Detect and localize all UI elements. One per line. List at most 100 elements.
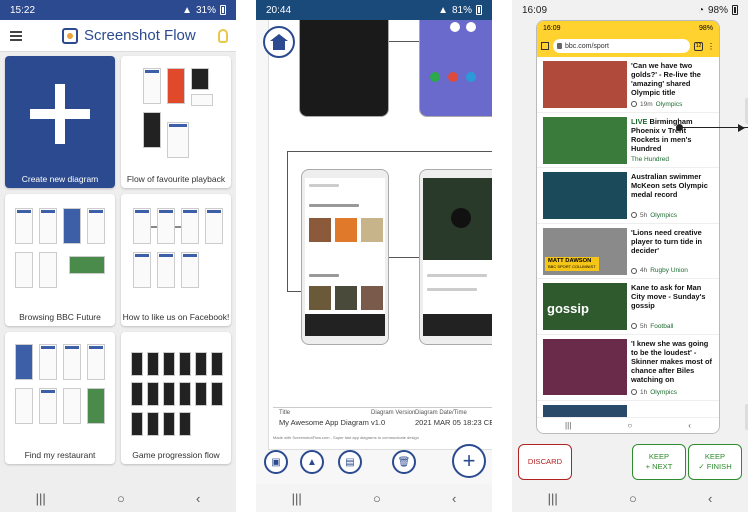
url-field: bbc.com/sport — [553, 39, 690, 53]
recents-button[interactable]: ||| — [548, 491, 558, 506]
player-bar — [305, 314, 385, 336]
thumbnail — [147, 382, 159, 406]
thumbnail — [167, 68, 185, 104]
battery-icon — [732, 5, 738, 15]
home-button[interactable]: ○ — [629, 491, 637, 506]
diagram-card-bbc-future[interactable]: Browsing BBC Future — [5, 194, 115, 326]
screenshot-mockup[interactable] — [419, 20, 492, 117]
signal-icon: ▲ — [182, 4, 192, 16]
clock-icon — [631, 101, 637, 107]
thumbnail — [163, 412, 175, 436]
thumbnail — [15, 388, 33, 424]
thumbnail — [131, 382, 143, 406]
drive-button[interactable]: ▲ — [300, 450, 324, 474]
status-bar: 16:09 ◔ 98% — [512, 0, 748, 20]
drive-icon: ▲ — [307, 456, 317, 468]
thumbnail — [157, 252, 175, 288]
article-image — [543, 116, 627, 164]
thumbnail — [143, 68, 161, 104]
app-icon — [448, 72, 458, 82]
menu-icon[interactable] — [10, 30, 22, 41]
inner-status-time: 16:09 — [543, 24, 561, 32]
inner-home: ○ — [627, 421, 633, 430]
lightbulb-icon[interactable] — [218, 28, 228, 43]
home-icon — [270, 33, 288, 50]
arrow-head-icon — [738, 124, 745, 132]
app-icon — [450, 22, 460, 32]
thumbnail — [87, 388, 105, 424]
news-article: LIVE Birmingham Phoenix v Trent Rockets … — [537, 113, 719, 168]
inner-recents: ||| — [565, 421, 572, 430]
article-tag: Olympics — [655, 100, 683, 108]
article-title: Kane to ask for Man City move - Sunday's… — [631, 283, 706, 310]
thumbnail — [87, 344, 105, 380]
thumbnail — [181, 252, 199, 288]
article-tag: The Hundred — [631, 156, 669, 163]
screenshot-mockup[interactable] — [299, 20, 389, 117]
thumbnail — [179, 412, 191, 436]
thumbnail — [163, 352, 175, 376]
thumbnail — [133, 252, 151, 288]
keep-finish-label-line2: ✓ FINISH — [698, 462, 732, 471]
status-time: 20:44 — [266, 4, 292, 16]
layout-button[interactable]: ▤ — [338, 450, 362, 474]
recents-button[interactable]: ||| — [36, 491, 46, 506]
keep-finish-button[interactable]: KEEP ✓ FINISH — [688, 444, 742, 480]
article-meta: 19m Olympics — [631, 101, 682, 108]
link-start-handle[interactable] — [676, 124, 683, 131]
discard-button[interactable]: DISCARD — [518, 444, 572, 480]
home-button[interactable]: ○ — [117, 491, 125, 506]
app-title: Screenshot Flow — [84, 27, 196, 44]
news-article: 'I knew she was going to be the loudest'… — [537, 335, 719, 401]
article-title: LIVE Birmingham Phoenix v Trent Rockets … — [631, 117, 715, 153]
diagram-card-game-progression[interactable]: Game progression flow — [121, 332, 231, 464]
create-new-diagram-card[interactable]: Create new diagram — [5, 56, 115, 188]
news-list: 'Can we have two golds?' - Re-live the '… — [537, 57, 719, 421]
discard-label: DISCARD — [527, 457, 563, 466]
date-value[interactable]: 2021 MAR 05 18:23 CET — [415, 418, 492, 427]
browser-home-icon — [541, 42, 549, 50]
card-label: How to like us on Facebook! — [122, 312, 230, 322]
diagram-canvas[interactable]: Title My Awesome App Diagram Diagram Ver… — [256, 20, 492, 484]
article-title: 'I knew she was going to be the loudest'… — [631, 338, 712, 384]
mockup-screen — [423, 178, 492, 336]
keep-finish-label: KEEP ✓ FINISH — [698, 452, 731, 472]
thumbnail — [15, 252, 33, 288]
article-tag: Olympics — [650, 211, 677, 219]
diagram-card-favourite-playback[interactable]: Flow of favourite playback — [121, 56, 231, 188]
battery-percent: 81% — [451, 4, 472, 16]
text-placeholder — [427, 274, 487, 277]
back-button[interactable]: ‹ — [196, 491, 200, 506]
gossip-overlay: gossip — [547, 301, 589, 316]
screenshot-mockup[interactable] — [301, 169, 389, 345]
thumbnail — [361, 286, 383, 310]
home-fab[interactable] — [263, 26, 295, 58]
thumbnail — [191, 68, 209, 90]
thumbnail — [195, 382, 207, 406]
delete-button[interactable]: 🗑 — [392, 450, 416, 474]
home-button[interactable]: ○ — [373, 491, 381, 506]
diagram-card-restaurant[interactable]: Find my restaurant — [5, 332, 115, 464]
keep-next-button[interactable]: KEEP + NEXT — [632, 444, 686, 480]
diagram-card-facebook[interactable]: How to like us on Facebook! — [121, 194, 231, 326]
version-value[interactable]: v1.0 — [371, 418, 385, 427]
connector-line — [151, 226, 157, 228]
article-image: MATT DAWSON BBC SPORT COLUMNIST — [543, 227, 627, 275]
save-button[interactable]: ▣ — [264, 450, 288, 474]
article-image: gossip — [543, 283, 627, 330]
wifi-icon: ◔ — [697, 4, 704, 16]
thumbnail — [361, 218, 383, 242]
back-button[interactable]: ‹ — [708, 491, 712, 506]
footer-credit: Made with ScreenshotFlow.com - Super fas… — [273, 435, 419, 440]
diagram-grid: Create new diagram Flow of favourite pla… — [5, 56, 231, 464]
thumbnail — [63, 388, 81, 424]
screenshot-mockup[interactable] — [419, 169, 492, 345]
recents-button[interactable]: ||| — [292, 491, 302, 506]
signal-icon: ▲ — [438, 4, 448, 16]
thumbnail — [133, 208, 151, 244]
add-screenshot-button[interactable]: + — [452, 444, 486, 478]
thumbnail — [131, 412, 143, 436]
back-button[interactable]: ‹ — [452, 491, 456, 506]
connector-line — [175, 226, 181, 228]
title-value[interactable]: My Awesome App Diagram — [279, 418, 369, 427]
